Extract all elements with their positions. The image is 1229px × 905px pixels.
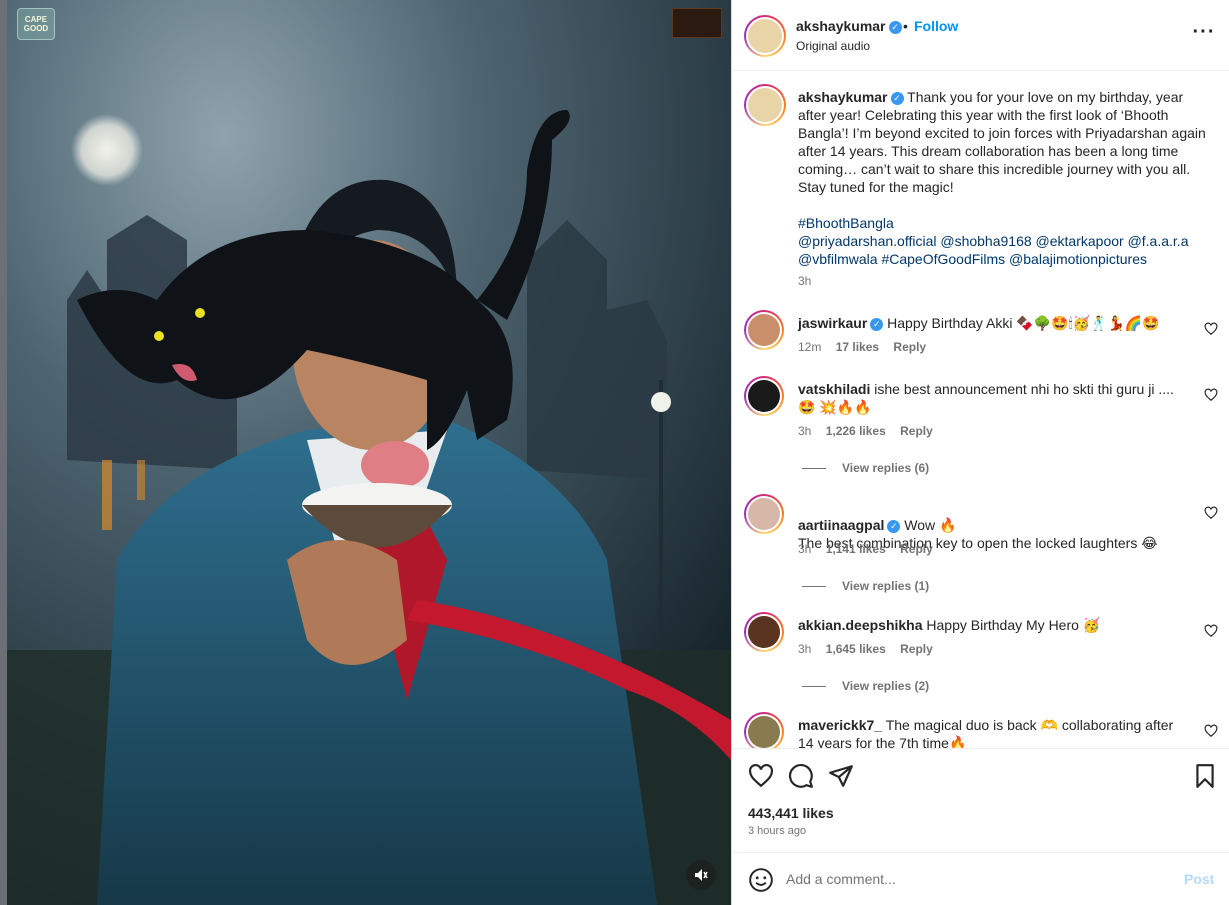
post-timestamp[interactable]: 3 hours ago <box>748 825 806 837</box>
comment-meta: 3h 1,141 likes Reply <box>798 542 944 556</box>
commenter-avatar[interactable] <box>744 612 784 652</box>
like-comment-heart-icon[interactable] <box>1204 322 1218 336</box>
brand-logo: CAPE GOOD <box>17 8 55 40</box>
author-avatar[interactable] <box>744 15 786 57</box>
mute-button[interactable] <box>686 860 716 890</box>
commenter-username[interactable]: vatskhiladi <box>798 381 870 397</box>
comment-likes[interactable]: 1,645 likes <box>826 642 886 656</box>
like-count[interactable]: 443,441 likes <box>748 805 834 821</box>
like-heart-icon[interactable] <box>748 763 774 789</box>
comment-time: 3h <box>798 642 812 656</box>
like-comment-heart-icon[interactable] <box>1204 724 1218 738</box>
studio-logo <box>672 8 722 38</box>
post-image <box>7 0 731 905</box>
more-dots-icon: ··· <box>1192 21 1216 43</box>
caption-username[interactable]: akshaykumar <box>798 89 888 105</box>
comment-text: akkian.deepshikha Happy Birthday My Hero… <box>798 616 1188 634</box>
author-username[interactable]: akshaykumar ✓ <box>796 18 902 34</box>
verified-badge-icon: ✓ <box>890 91 904 105</box>
replies-divider <box>802 686 826 688</box>
reply-button[interactable]: Reply <box>893 340 926 354</box>
commenter-username[interactable]: maverickk7_ <box>798 717 882 733</box>
commenter-avatar[interactable] <box>744 376 784 416</box>
replies-divider <box>802 586 826 588</box>
comment-bubble-icon[interactable] <box>788 763 814 789</box>
verified-badge-icon: ✓ <box>888 20 902 34</box>
replies-divider <box>802 468 826 470</box>
verified-badge-icon: ✓ <box>887 519 901 533</box>
comment-text: vatskhiladi ishe best announcement nhi h… <box>798 380 1188 416</box>
more-options-button[interactable]: ··· <box>1192 22 1216 46</box>
comment-meta: 3h 1,226 likes Reply <box>798 424 944 438</box>
comment-body: Happy Birthday My Hero 🥳 <box>926 617 1101 633</box>
commenter-username[interactable]: jaswirkaur <box>798 315 867 331</box>
post-side-panel: akshaykumar ✓ • Follow Original audio ···… <box>731 0 1229 905</box>
view-replies-button[interactable]: View replies (2) <box>802 679 929 693</box>
commenter-username[interactable]: akkian.deepshikha <box>798 617 923 633</box>
comment-input[interactable] <box>786 867 1166 891</box>
comment-likes[interactable]: 17 likes <box>836 340 879 354</box>
caption-tags[interactable]: #BhoothBangla @priyadarshan.official @sh… <box>798 214 1206 268</box>
comment-time: 3h <box>798 424 812 438</box>
share-send-icon[interactable] <box>828 763 854 789</box>
comment-time: 12m <box>798 340 822 354</box>
save-bookmark-icon[interactable] <box>1192 763 1218 789</box>
comment-text: jaswirkaur ✓ Happy Birthday Akki 🍫🌳🤩🕯🥳🕺💃🌈… <box>798 314 1188 332</box>
post-comment-button[interactable]: Post <box>1184 871 1214 887</box>
commenter-avatar[interactable] <box>744 310 784 350</box>
like-comment-heart-icon[interactable] <box>1204 388 1218 402</box>
view-replies-button[interactable]: View replies (6) <box>802 461 929 475</box>
caption-text: akshaykumar ✓ Thank you for your love on … <box>798 88 1206 268</box>
follow-button[interactable]: Follow <box>914 18 958 34</box>
like-comment-heart-icon[interactable] <box>1204 624 1218 638</box>
comment-time: 3h <box>798 542 812 556</box>
comment-likes[interactable]: 1,141 likes <box>826 542 886 556</box>
comment-likes[interactable]: 1,226 likes <box>826 424 886 438</box>
comment-body: Happy Birthday Akki 🍫🌳🤩🕯🥳🕺💃🌈🤩 <box>887 315 1160 331</box>
commenter-username[interactable]: aartiinaagpal <box>798 517 884 533</box>
reply-button[interactable]: Reply <box>900 542 933 556</box>
separator-dot: • <box>903 18 908 34</box>
commenter-avatar[interactable] <box>744 494 784 534</box>
like-comment-heart-icon[interactable] <box>1204 506 1218 520</box>
comment-text: maverickk7_ The magical duo is back 🫶 co… <box>798 716 1188 748</box>
post-media[interactable]: CAPE GOOD <box>0 0 731 905</box>
view-replies-button[interactable]: View replies (1) <box>802 579 929 593</box>
reply-button[interactable]: Reply <box>900 642 933 656</box>
reply-button[interactable]: Reply <box>900 424 933 438</box>
post-header: akshaykumar ✓ • Follow Original audio ··· <box>732 0 1229 71</box>
media-edge <box>0 0 7 905</box>
verified-badge-icon: ✓ <box>870 317 884 331</box>
post-actions: 443,441 likes 3 hours ago <box>732 748 1229 852</box>
caption-avatar[interactable] <box>744 84 786 126</box>
comment-meta: 3h 1,645 likes Reply <box>798 642 944 656</box>
commenter-avatar[interactable] <box>744 712 784 748</box>
comments-list[interactable]: akshaykumar ✓ Thank you for your love on … <box>732 72 1229 748</box>
audio-label[interactable]: Original audio <box>796 39 870 53</box>
emoji-smiley-icon[interactable] <box>748 867 774 893</box>
comment-composer: Post <box>732 852 1229 905</box>
caption-time: 3h <box>798 274 812 288</box>
comment-meta: 12m 17 likes Reply <box>798 340 937 354</box>
speaker-muted-icon <box>695 869 708 881</box>
